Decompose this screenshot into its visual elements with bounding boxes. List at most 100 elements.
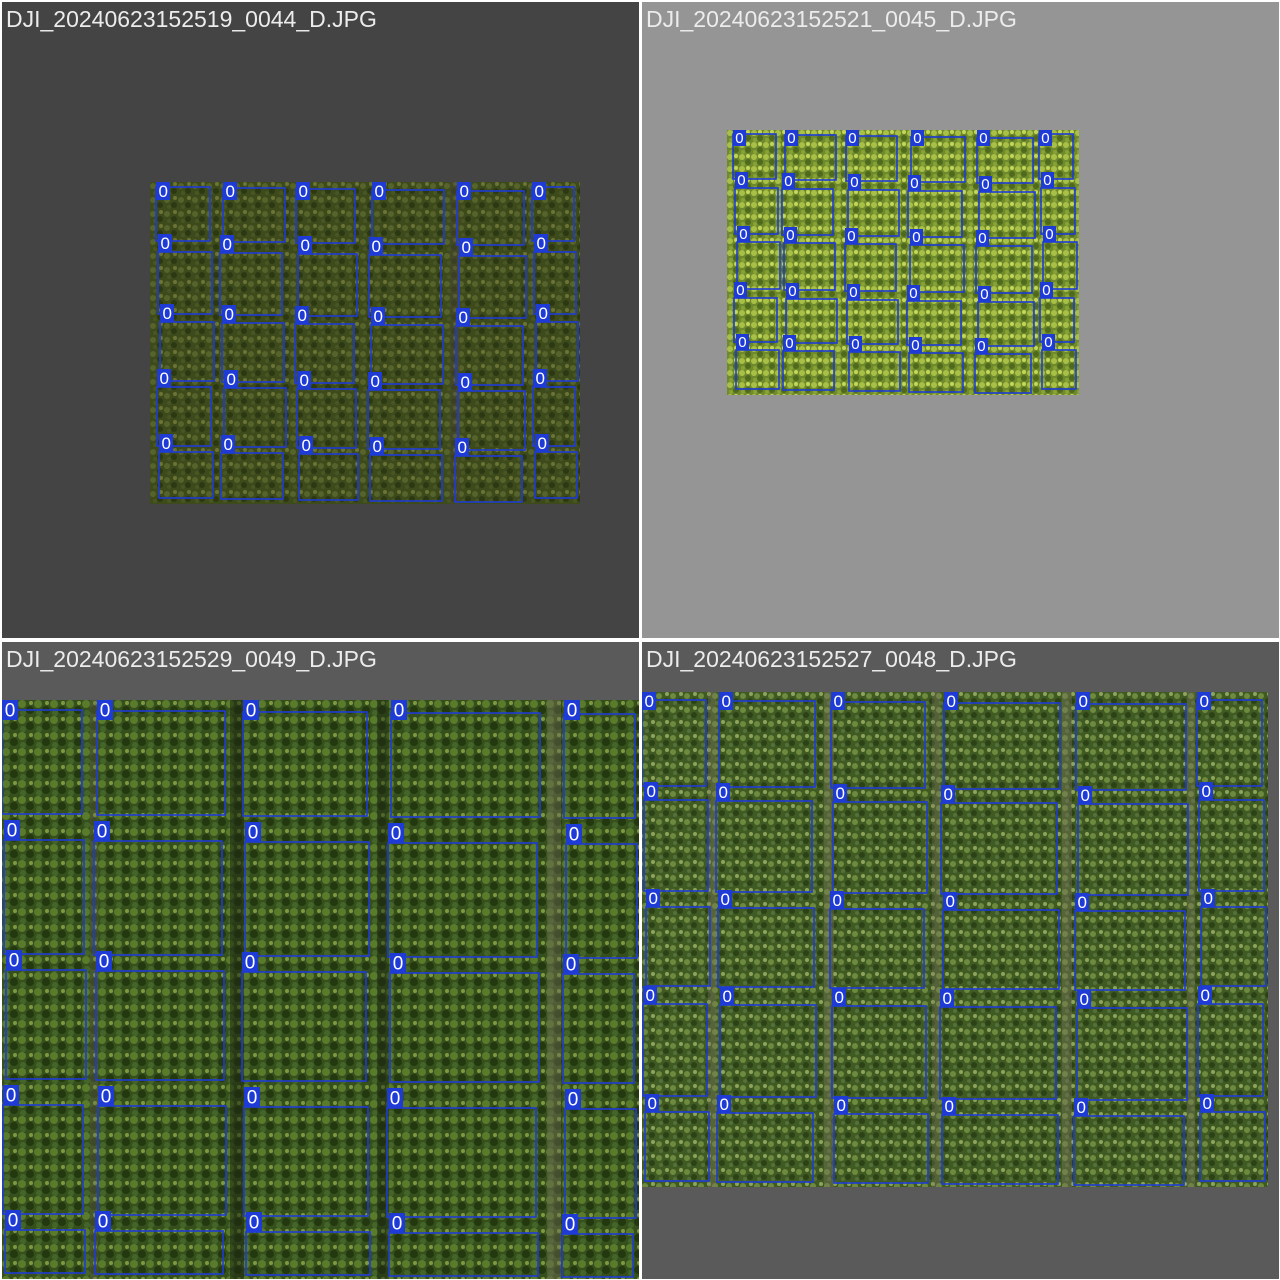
class-label: 0	[97, 821, 108, 842]
image-filename: DJI_20240623152521_0045_D.JPG	[646, 6, 1017, 32]
class-label: 0	[535, 369, 544, 388]
class-label: 0	[738, 334, 746, 351]
class-label: 0	[371, 237, 380, 256]
class-label: 0	[648, 889, 657, 908]
class-label: 0	[910, 175, 918, 192]
class-label: 0	[849, 284, 857, 301]
class-label: 0	[832, 891, 841, 910]
class-label: 0	[909, 285, 917, 302]
aerial-photo: 0 0 0 0 0 0 0 0 0 0 0 0 0 0 0 0 0 0 0 0 0 0 0 0 0 0 0 0 0 0	[727, 130, 1079, 395]
class-label: 0	[162, 304, 171, 323]
class-label: 0	[394, 700, 405, 721]
panel-0048: DJI_20240623152527_0048_D.JPG 0 0 0 0 0 …	[642, 642, 1279, 1279]
class-label: 0	[224, 305, 233, 324]
class-label: 0	[159, 369, 168, 388]
class-label: 0	[788, 283, 796, 300]
class-label: 0	[536, 234, 545, 253]
image-filename: DJI_20240623152519_0044_D.JPG	[6, 6, 377, 32]
class-label: 0	[392, 1213, 403, 1234]
class-label: 0	[538, 304, 547, 323]
class-label: 0	[736, 282, 744, 299]
class-label: 0	[979, 130, 987, 147]
class-label: 0	[569, 824, 580, 845]
class-label: 0	[1199, 692, 1208, 711]
class-label: 0	[223, 435, 232, 454]
class-label: 0	[372, 437, 381, 456]
class-label: 0	[835, 784, 844, 803]
class-label: 0	[8, 1210, 19, 1231]
class-label: 0	[946, 692, 955, 711]
class-label: 0	[944, 1097, 953, 1116]
class-label: 0	[735, 130, 743, 147]
class-label: 0	[847, 228, 855, 245]
class-label: 0	[160, 234, 169, 253]
detection-overlay: 0 0 0 0 0 0 0 0 0 0 0 0 0 0 0 0 0 0 0 0 0 0 0 0 0 0 0 0 0 0	[642, 692, 1268, 1187]
class-label: 0	[1044, 334, 1052, 351]
class-label: 0	[978, 230, 986, 247]
class-label: 0	[245, 952, 256, 973]
class-label: 0	[1200, 986, 1209, 1005]
class-label: 0	[300, 236, 309, 255]
aerial-photo: 0 0 0 0 0 0 0 0 0 0 0 0 0 0 0 0 0 0 0 0 0 0 0 0 0	[2, 700, 639, 1279]
class-label: 0	[718, 783, 727, 802]
panel-0044: DJI_20240623152519_0044_D.JPG 0 0 0 0 0 0 0 0 0 0…	[2, 2, 639, 638]
image-filename: DJI_20240623152529_0049_D.JPG	[6, 646, 377, 672]
class-label: 0	[981, 176, 989, 193]
class-label: 0	[537, 434, 546, 453]
class-label: 0	[5, 700, 16, 721]
image-filename: DJI_20240623152527_0048_D.JPG	[646, 646, 1017, 672]
class-label: 0	[534, 182, 543, 201]
class-label: 0	[225, 182, 234, 201]
class-label: 0	[737, 172, 745, 189]
class-label: 0	[977, 338, 985, 355]
class-label: 0	[912, 229, 920, 246]
class-label: 0	[247, 1087, 258, 1108]
class-label: 0	[246, 700, 257, 721]
class-label: 0	[158, 182, 167, 201]
class-label: 0	[848, 130, 856, 147]
class-label: 0	[374, 182, 383, 201]
class-label: 0	[6, 1085, 17, 1106]
detection-mosaic: DJI_20240623152519_0044_D.JPG 0 0 0 0 0 0 0 0 0 0…	[0, 0, 1280, 1280]
class-label: 0	[99, 951, 110, 972]
class-label: 0	[7, 820, 18, 841]
class-label: 0	[722, 987, 731, 1006]
class-label: 0	[370, 372, 379, 391]
class-label: 0	[390, 1088, 401, 1109]
detection-overlay: 0 0 0 0 0 0 0 0 0 0 0 0 0 0 0 0 0 0 0 0 0 0 0 0 0 0 0 0 0 0	[727, 130, 1079, 395]
class-label: 0	[457, 438, 466, 457]
class-label: 0	[645, 986, 654, 1005]
class-label: 0	[851, 336, 859, 353]
class-label: 0	[1043, 172, 1051, 189]
class-label: 0	[568, 1089, 579, 1110]
class-label: 0	[980, 286, 988, 303]
class-label: 0	[786, 227, 794, 244]
class-label: 0	[566, 954, 577, 975]
class-label: 0	[646, 782, 655, 801]
class-label: 0	[567, 700, 578, 721]
class-label: 0	[834, 988, 843, 1007]
class-label: 0	[98, 1211, 109, 1232]
class-label: 0	[460, 373, 469, 392]
class-label: 0	[943, 785, 952, 804]
class-label: 0	[100, 700, 111, 721]
class-label: 0	[161, 434, 170, 453]
panel-0049: DJI_20240623152529_0049_D.JPG 0 0 0 0 0 …	[2, 642, 639, 1279]
class-label: 0	[942, 989, 951, 1008]
class-label: 0	[393, 953, 404, 974]
class-label: 0	[721, 692, 730, 711]
class-label: 0	[836, 1096, 845, 1115]
class-label: 0	[945, 892, 954, 911]
class-label: 0	[9, 950, 20, 971]
class-label: 0	[101, 1086, 112, 1107]
class-label: 0	[373, 307, 382, 326]
class-label: 0	[1042, 282, 1050, 299]
class-label: 0	[1076, 1098, 1085, 1117]
class-label: 0	[459, 182, 468, 201]
class-label: 0	[720, 890, 729, 909]
class-label: 0	[833, 692, 842, 711]
class-label: 0	[739, 226, 747, 243]
class-label: 0	[644, 692, 653, 711]
class-label: 0	[1201, 782, 1210, 801]
class-label: 0	[913, 130, 921, 147]
